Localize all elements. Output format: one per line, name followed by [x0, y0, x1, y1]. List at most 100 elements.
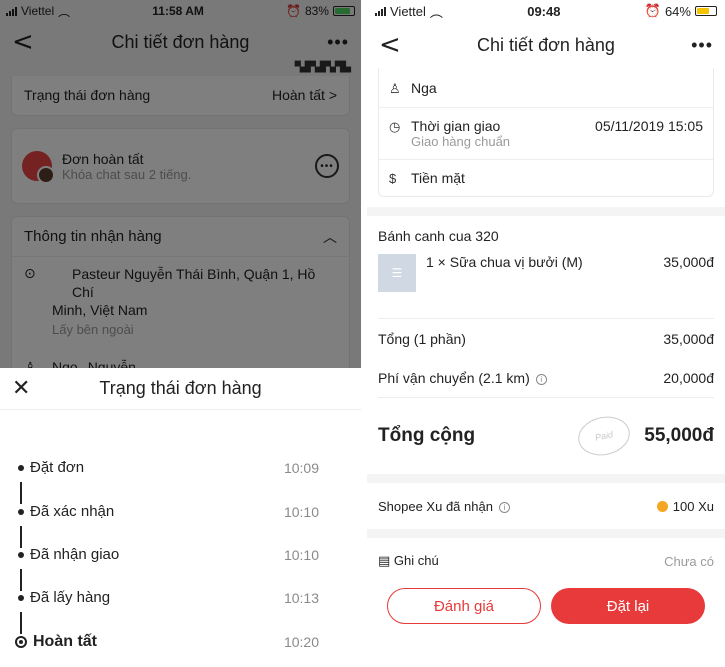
step-label: Hoàn tất [33, 633, 97, 650]
delivery-time-row: ◷ Thời gian giao 05/11/2019 15:05 Giao h… [379, 108, 713, 160]
note-value: Chưa có [664, 553, 714, 569]
total-value: 55,000đ [644, 425, 714, 446]
wifi-icon: ︵ [58, 4, 71, 19]
shipping-row: Phí vận chuyển (2.1 km) i 20,000đ [367, 359, 725, 397]
address-row: ⊙ Pasteur Nguyễn Thái Bình, Quận 1, Hồ C… [12, 257, 349, 339]
more-button[interactable]: ••• [683, 35, 713, 56]
step-label: Đã xác nhận [30, 503, 115, 520]
product-thumbnail: ☰ [378, 254, 416, 292]
chat-bubble-icon[interactable]: ••• [315, 154, 339, 178]
clock: 11:58 AM [152, 4, 204, 18]
order-status-sheet: ✕ Trạng thái đơn hàng Đặt đơn 10:09 Đã x… [0, 368, 361, 667]
chat-text: Đơn hoàn tất Khóa chat sau 2 tiếng. [62, 151, 305, 182]
chat-card[interactable]: Đơn hoàn tất Khóa chat sau 2 tiếng. ••• [11, 128, 350, 204]
store-name: Bánh canh cua 320 [378, 228, 499, 244]
battery-percent: 64% [664, 3, 691, 19]
paid-stamp: Paid [574, 412, 634, 460]
carrier: Viettel [390, 3, 426, 19]
back-button[interactable]: < [379, 32, 409, 58]
timeline-connector [20, 526, 22, 548]
order-status-value-wrap: Hoàn tất > [272, 87, 337, 103]
subtotal-row: Tổng (1 phần) 35,000đ [367, 319, 725, 359]
dollar-icon: $ [389, 171, 397, 186]
total-label: Tổng cộng [378, 425, 476, 446]
recipient-name: Nga [411, 80, 437, 96]
delivery-time-label: Thời gian giao [411, 118, 501, 134]
page-title: Chi tiết đơn hàng [111, 31, 250, 52]
note-row[interactable]: ▤ Ghi chú Chưa có [367, 538, 725, 584]
payment-row: $ Tiền mặt [379, 160, 713, 196]
step-dot-icon [18, 464, 24, 471]
recipient-name-last: Nguyễn [87, 359, 136, 368]
chat-subtitle: Khóa chat sau 2 tiếng. [62, 166, 192, 182]
item-price: 35,000đ [663, 254, 714, 270]
right-screen: Viettel ︵ 09:48 ⏰ 64% < Chi tiết đơn hàn… [367, 0, 725, 667]
receive-info-header[interactable]: Thông tin nhận hàng ︿ [12, 217, 349, 257]
left-screen: Viettel ︵ 11:58 AM ⏰ 83% < Chi tiết đơn … [0, 0, 361, 667]
step-time: 10:13 [283, 589, 319, 606]
reorder-button[interactable]: Đặt lại [551, 588, 705, 624]
back-button[interactable]: < [12, 29, 42, 55]
recipient-name-first: Ngọ [52, 359, 78, 368]
clock-icon: ◷ [389, 119, 401, 134]
nav-bar: < Chi tiết đơn hàng ••• [367, 22, 725, 68]
wifi-icon: ︵ [429, 4, 443, 20]
order-status-label: Trạng thái đơn hàng [24, 87, 151, 103]
xu-value: 100 Xu [672, 498, 714, 514]
subtotal-label: Tổng (1 phần) [378, 331, 466, 347]
clock: 09:48 [527, 3, 561, 19]
coin-icon [656, 500, 668, 512]
sheet-header: ✕ Trạng thái đơn hàng [0, 368, 361, 410]
order-status-value: Hoàn tất [271, 87, 325, 103]
step-time: 10:09 [283, 459, 319, 476]
step-label: Đặt đơn [30, 459, 85, 476]
receive-info-card: Thông tin nhận hàng ︿ ⊙ Pasteur Nguyễn T… [11, 216, 350, 368]
timeline-step: Đặt đơn 10:09 [18, 459, 319, 476]
barcode-fragment: ▀▄█▀▄█▀▄▀█▄ [294, 62, 351, 73]
delivery-card: ♙ Nga ◷ Thời gian giao 05/11/2019 15:05 … [378, 68, 714, 197]
battery-icon [332, 6, 355, 16]
subtotal-value: 35,000đ [663, 331, 714, 347]
timeline-connector [20, 482, 22, 504]
info-icon[interactable]: i [535, 373, 547, 385]
timeline-step: Đã xác nhận 10:10 [18, 503, 319, 520]
battery-percent: 83% [304, 4, 329, 18]
address-line1: Pasteur Nguyễn Thái Bình, Quận 1, Hồ Chí [72, 266, 316, 300]
order-detail-background: Viettel ︵ 11:58 AM ⏰ 83% < Chi tiết đơn … [0, 0, 361, 368]
person-icon: ♙ [389, 81, 401, 96]
chevron-right-icon: > [328, 87, 337, 103]
order-item: ☰ 1 × Sữa chua vị bưởi (M) 35,000đ [367, 244, 725, 310]
status-bar: Viettel ︵ 09:48 ⏰ 64% [367, 0, 725, 22]
delivery-type: Giao hàng chuẩn [411, 134, 511, 149]
sheet-title: Trạng thái đơn hàng [99, 378, 262, 398]
step-dot-icon [18, 508, 24, 515]
order-status-card: Trạng thái đơn hàng Hoàn tất > [11, 76, 350, 116]
shopee-xu-row: Shopee Xu đã nhận i 100 Xu [367, 483, 725, 529]
chevron-up-icon: ︿ [323, 228, 337, 245]
timeline-step-current: Hoàn tất 10:20 [15, 633, 319, 651]
info-icon[interactable]: i [498, 501, 510, 513]
person-icon: ♙ [24, 359, 37, 368]
page-title: Chi tiết đơn hàng [477, 34, 615, 55]
driver-avatar [22, 151, 55, 184]
notepad-icon: ▤ [378, 553, 391, 568]
order-status-row[interactable]: Trạng thái đơn hàng Hoàn tất > [12, 76, 349, 114]
address-line2: Minh, Việt Nam [52, 302, 148, 318]
alarm-icon: ⏰ [644, 3, 661, 18]
divider [367, 474, 725, 483]
location-pin-icon: ⊙ [24, 265, 36, 281]
shipping-label: Phí vận chuyển (2.1 km) [378, 370, 530, 386]
close-icon[interactable]: ✕ [12, 376, 38, 401]
delivery-time-value: 05/11/2019 15:05 [595, 118, 703, 134]
shipping-value: 20,000đ [663, 370, 714, 386]
divider [367, 207, 725, 216]
step-time: 10:10 [283, 503, 319, 520]
timeline-step: Đã lấy hàng 10:13 [18, 589, 319, 606]
more-button[interactable]: ••• [319, 32, 349, 53]
payment-method: Tiền mặt [411, 170, 465, 186]
timeline-connector [20, 569, 22, 591]
rate-button[interactable]: Đánh giá [387, 588, 541, 624]
total-row: Tổng cộng Paid 55,000đ [367, 398, 725, 474]
step-time: 10:20 [283, 634, 319, 650]
receive-info-title: Thông tin nhận hàng [24, 228, 162, 245]
